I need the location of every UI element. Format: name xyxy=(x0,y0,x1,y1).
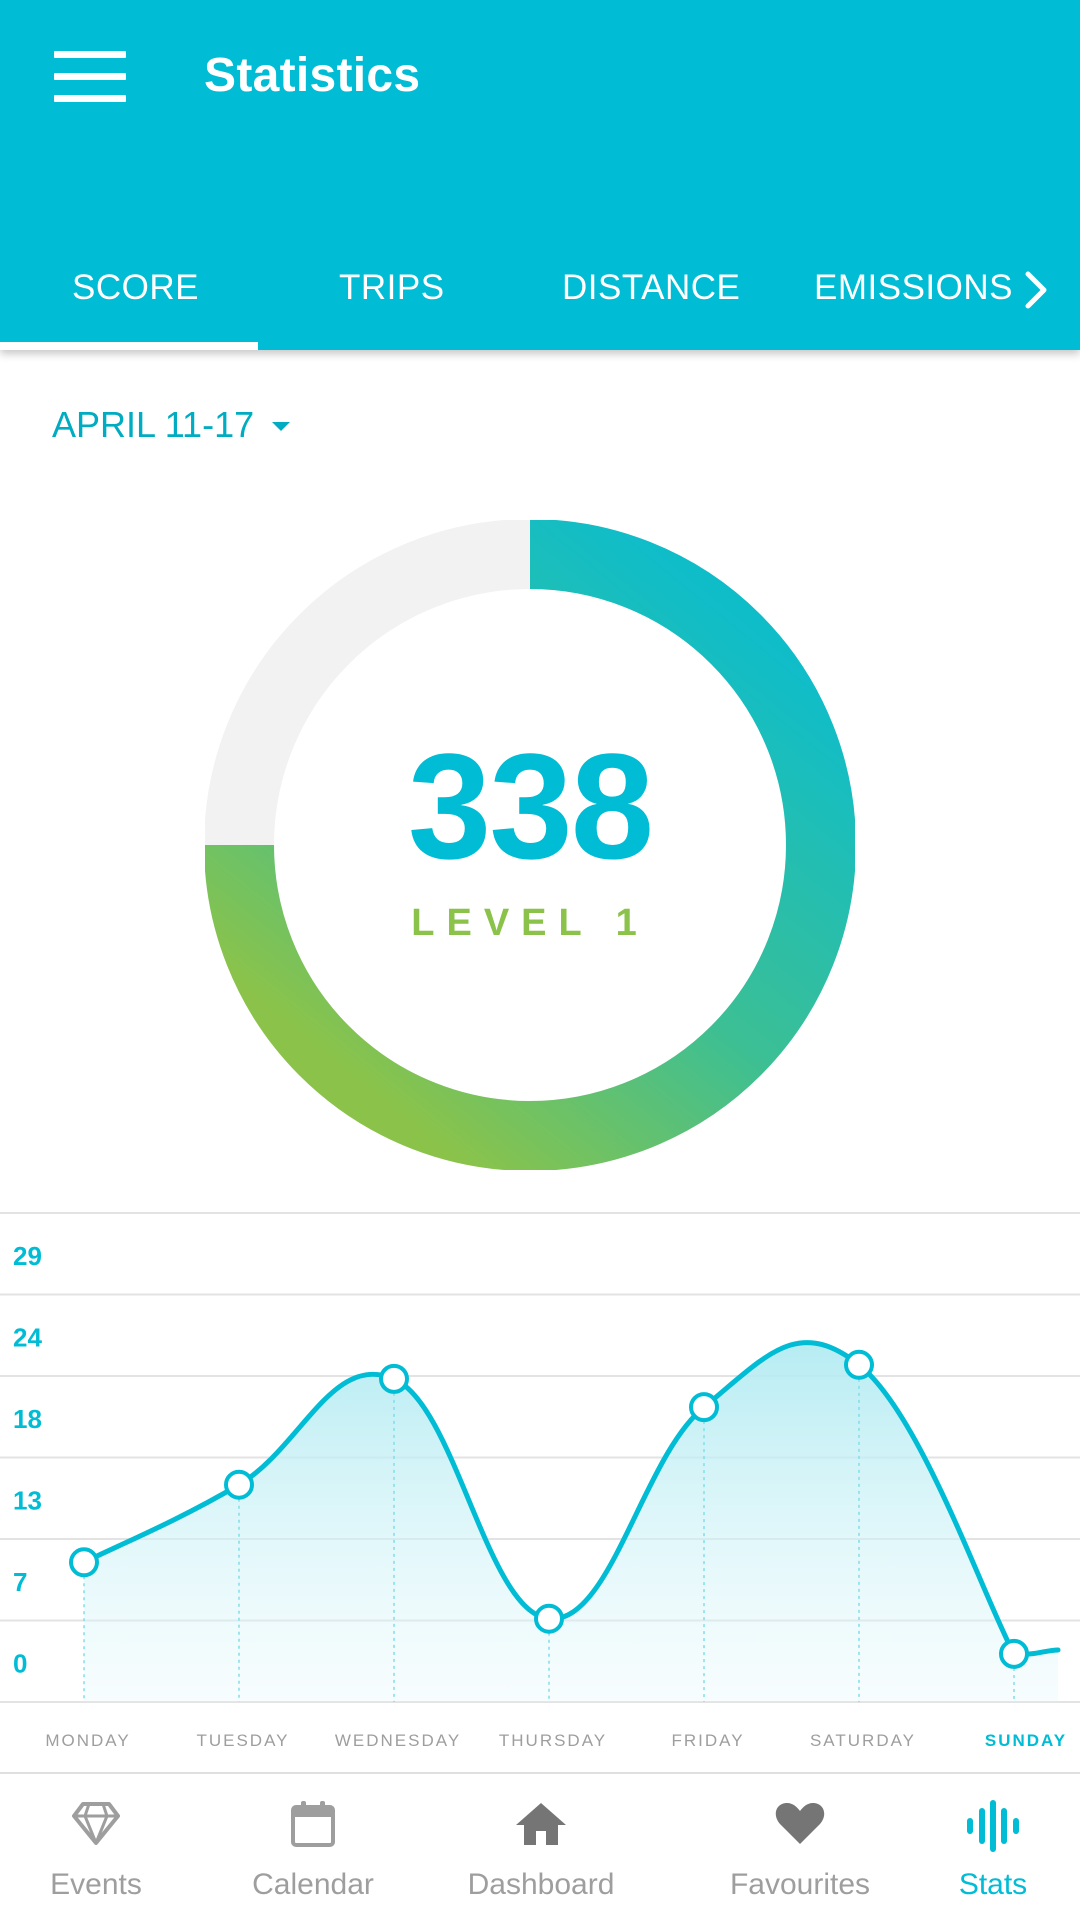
date-range-dropdown[interactable]: APRIL 11-17 xyxy=(52,404,291,446)
diamond-icon xyxy=(71,1800,121,1851)
y-tick-label: 24 xyxy=(13,1323,42,1353)
score-value: 338 xyxy=(407,722,654,890)
x-tick-label-friday: FRIDAY xyxy=(671,1731,744,1750)
tab-score[interactable]: SCORE xyxy=(72,268,199,308)
tab-indicator xyxy=(0,342,258,350)
calendar-icon xyxy=(290,1800,336,1853)
stats-bars-icon xyxy=(965,1800,1021,1857)
y-tick-label: 29 xyxy=(13,1241,42,1271)
nav-item-stats[interactable]: Stats xyxy=(938,1774,1048,1922)
data-point-monday xyxy=(69,1547,99,1578)
weekly-score-chart: 29 24 18 13 7 0 MONDAY TUESDAY WEDNESDAY THURSDAY… xyxy=(0,1210,1080,1770)
tab-emissions[interactable]: EMISSIONS xyxy=(814,268,1013,308)
bottom-navigation: Events Calendar Dashboard Favourites Sta… xyxy=(0,1772,1080,1922)
data-point-friday xyxy=(689,1392,719,1423)
data-point-tuesday xyxy=(224,1469,254,1500)
tab-bar: SCORE TRIPS DISTANCE EMISSIONS xyxy=(0,250,1080,350)
x-tick-label-sunday: SUNDAY xyxy=(985,1731,1067,1750)
heart-icon xyxy=(774,1800,826,1851)
level-label: LEVEL 1 xyxy=(411,902,649,944)
nav-item-calendar[interactable]: Calendar xyxy=(232,1774,394,1922)
nav-label-stats: Stats xyxy=(958,1868,1028,1901)
nav-item-dashboard[interactable]: Dashboard xyxy=(452,1774,630,1922)
data-point-thursday xyxy=(534,1603,564,1634)
chevron-right-icon[interactable] xyxy=(1018,268,1054,312)
hamburger-menu-icon[interactable] xyxy=(42,44,132,110)
nav-label-dashboard: Dashboard xyxy=(467,1868,615,1901)
nav-item-events[interactable]: Events xyxy=(20,1774,172,1922)
y-tick-label: 18 xyxy=(13,1404,42,1434)
tab-distance[interactable]: DISTANCE xyxy=(562,268,740,308)
x-tick-label-saturday: SATURDAY xyxy=(810,1731,916,1750)
x-tick-label-wednesday: WEDNESDAY xyxy=(335,1731,461,1750)
chart-area-fill xyxy=(84,1342,1058,1702)
y-tick-label: 0 xyxy=(13,1649,27,1679)
app-bar: Statistics SCORE TRIPS DISTANCE EMISSION… xyxy=(0,0,1080,350)
data-point-sunday xyxy=(999,1638,1029,1669)
y-tick-label: 13 xyxy=(13,1486,42,1516)
home-icon xyxy=(513,1800,569,1853)
tab-trips[interactable]: TRIPS xyxy=(339,268,445,308)
data-point-wednesday xyxy=(379,1363,409,1394)
x-tick-label-monday: MONDAY xyxy=(45,1731,130,1750)
y-tick-label: 7 xyxy=(13,1567,27,1597)
page-title: Statistics xyxy=(204,49,421,102)
nav-label-events: Events xyxy=(50,1868,142,1901)
nav-item-favourites[interactable]: Favourites xyxy=(716,1774,884,1922)
nav-label-calendar: Calendar xyxy=(252,1868,374,1901)
x-tick-label-thursday: THURSDAY xyxy=(499,1731,607,1750)
caret-down-icon xyxy=(272,421,291,431)
data-point-saturday xyxy=(844,1349,874,1380)
x-tick-label-tuesday: TUESDAY xyxy=(196,1731,289,1750)
nav-label-favourites: Favourites xyxy=(729,1868,871,1901)
date-range-label: APRIL 11-17 xyxy=(52,404,255,445)
